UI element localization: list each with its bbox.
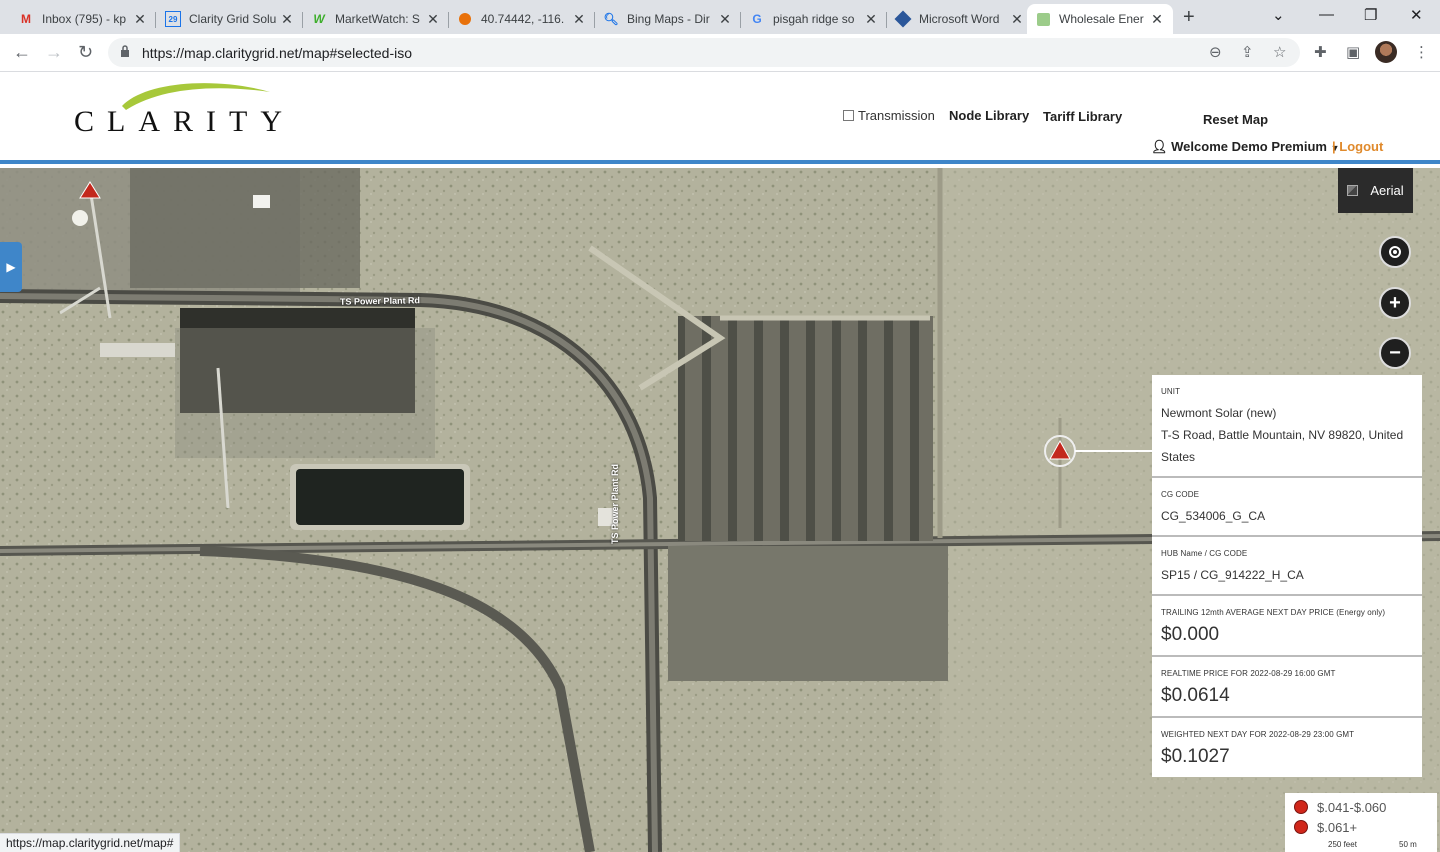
url-input[interactable]: https://map.claritygrid.net/map#selected… xyxy=(108,38,1300,67)
close-tab-icon[interactable]: ✕ xyxy=(132,11,148,28)
trailing-price-value: $0.000 xyxy=(1161,624,1220,645)
google-icon: G xyxy=(752,12,762,26)
status-bar-url: https://map.claritygrid.net/map# xyxy=(0,833,181,852)
browser-tab[interactable]: 🔍︎ Bing Maps - Dir ✕ xyxy=(595,4,741,34)
side-panel-icon[interactable]: ▣ xyxy=(1346,43,1360,61)
hub-value: SP15 / CG_914222_H_CA xyxy=(1161,568,1304,582)
close-tab-icon[interactable]: ✕ xyxy=(425,11,441,28)
close-tab-icon[interactable]: ✕ xyxy=(717,11,733,28)
minus-icon: − xyxy=(1389,341,1401,364)
close-tab-icon[interactable]: ✕ xyxy=(1149,11,1165,28)
zoom-in-button[interactable]: + xyxy=(1379,287,1411,319)
profile-avatar[interactable] xyxy=(1375,41,1397,63)
tab-search-icon[interactable]: ⌄ xyxy=(1272,6,1285,24)
lock-icon xyxy=(121,45,129,57)
close-tab-icon[interactable]: ✕ xyxy=(1009,11,1025,28)
forward-icon[interactable]: → xyxy=(45,42,63,63)
logout-link[interactable]: | Logout xyxy=(1332,139,1383,154)
user-menu[interactable]: 👤︎ Welcome Demo Premium ▼ xyxy=(1151,139,1340,155)
price-dot-icon xyxy=(1294,800,1308,814)
zoom-out-button[interactable]: − xyxy=(1379,337,1411,369)
reload-icon[interactable]: ↻ xyxy=(78,42,93,63)
browser-tab[interactable]: 40.74442, -116. ✕ xyxy=(449,4,595,34)
unit-section: UNIT Newmont Solar (new) T-S Road, Battl… xyxy=(1152,375,1422,478)
word-icon xyxy=(894,10,912,28)
plus-icon: + xyxy=(1389,291,1401,314)
map-canvas[interactable]: TS Power Plant Rd TS Power Plant Rd ▶ Ae… xyxy=(0,168,1440,852)
scale-bar-meters: 50 m xyxy=(1399,840,1417,849)
sidebar-toggle-button[interactable]: ▶ xyxy=(0,242,22,292)
realtime-price-value: $0.0614 xyxy=(1161,685,1230,706)
weighted-price-section: WEIGHTED NEXT DAY FOR 2022-08-29 23:00 G… xyxy=(1152,718,1422,777)
locate-icon xyxy=(1389,246,1401,258)
unit-address: T-S Road, Battle Mountain, NV 89820, Uni… xyxy=(1161,428,1404,464)
browser-menu-icon[interactable]: ⋮ xyxy=(1414,43,1429,61)
reset-map-link[interactable]: Reset Map xyxy=(1203,112,1268,127)
close-window-icon[interactable]: ✕ xyxy=(1410,6,1423,24)
unit-name: Newmont Solar (new) xyxy=(1161,406,1277,420)
user-icon: 👤︎ xyxy=(1151,139,1168,154)
calendar-icon: 29 xyxy=(165,11,181,27)
browser-tab[interactable]: Microsoft Word ✕ xyxy=(887,4,1033,34)
gmail-icon: M xyxy=(21,12,31,26)
cg-code-value: CG_534006_G_CA xyxy=(1161,509,1266,523)
node-library-link[interactable]: Node Library xyxy=(949,108,1029,123)
close-tab-icon[interactable]: ✕ xyxy=(863,11,879,28)
unit-info-panel: UNIT Newmont Solar (new) T-S Road, Battl… xyxy=(1152,375,1422,777)
back-icon[interactable]: ← xyxy=(13,42,31,63)
browser-tab[interactable]: 29 Clarity Grid Solu ✕ xyxy=(157,4,303,34)
share-icon[interactable]: ⇪ xyxy=(1241,43,1254,61)
bookmark-star-icon[interactable]: ☆ xyxy=(1273,43,1286,61)
trailing-price-section: TRAILING 12mth AVERAGE NEXT DAY PRICE (E… xyxy=(1152,596,1422,657)
extensions-icon[interactable]: ✚ xyxy=(1314,43,1327,61)
restore-icon[interactable]: ❐ xyxy=(1364,6,1377,24)
hub-section: HUB Name / CG CODE SP15 / CG_914222_H_CA xyxy=(1152,537,1422,596)
marketwatch-icon: W xyxy=(313,12,325,26)
minimize-icon[interactable]: — xyxy=(1319,6,1334,23)
close-tab-icon[interactable]: ✕ xyxy=(571,11,587,28)
aerial-layer-icon xyxy=(1347,185,1359,196)
chevron-right-icon: ▶ xyxy=(6,260,16,274)
browser-tab-active[interactable]: Wholesale Ener ✕ xyxy=(1027,4,1173,34)
legend-item: $.061+ xyxy=(1285,817,1437,837)
close-tab-icon[interactable]: ✕ xyxy=(279,11,295,28)
realtime-price-section: REALTIME PRICE FOR 2022-08-29 16:00 GMT … xyxy=(1152,657,1422,718)
page-icon xyxy=(1035,11,1051,27)
scale-bar-feet: 250 feet xyxy=(1328,840,1357,849)
browser-tab[interactable]: W MarketWatch: S ✕ xyxy=(303,4,449,34)
clarity-logo[interactable]: CLARITY xyxy=(74,78,344,138)
browser-tab[interactable]: G pisgah ridge so ✕ xyxy=(741,4,887,34)
browser-tab[interactable]: M Inbox (795) - kp ✕ xyxy=(10,4,156,34)
tariff-library-link[interactable]: Tariff Library xyxy=(1043,109,1122,124)
locate-button[interactable] xyxy=(1379,236,1411,268)
search-icon: 🔍︎ xyxy=(603,12,619,26)
address-bar: ← → ↻ https://map.claritygrid.net/map#se… xyxy=(0,34,1440,72)
location-icon xyxy=(457,11,473,27)
price-dot-icon xyxy=(1294,820,1308,834)
new-tab-icon[interactable]: + xyxy=(1183,6,1195,29)
legend-item: $.041-$.060 xyxy=(1285,797,1437,817)
browser-tab-bar: M Inbox (795) - kp ✕ 29 Clarity Grid Sol… xyxy=(0,0,1440,34)
map-layer-button[interactable]: Aerial xyxy=(1338,168,1413,213)
app-header: CLARITY Transmission Node Library Tariff… xyxy=(0,72,1440,164)
transmission-toggle[interactable]: Transmission xyxy=(843,108,935,123)
transmission-checkbox[interactable] xyxy=(843,110,854,121)
weighted-price-value: $0.1027 xyxy=(1161,746,1230,767)
road-label: TS Power Plant Rd xyxy=(339,295,421,307)
road-label: TS Power Plant Rd xyxy=(610,463,620,544)
cg-code-section: CG CODE CG_534006_G_CA xyxy=(1152,478,1422,537)
zoom-icon[interactable]: ⊖ xyxy=(1209,43,1222,61)
